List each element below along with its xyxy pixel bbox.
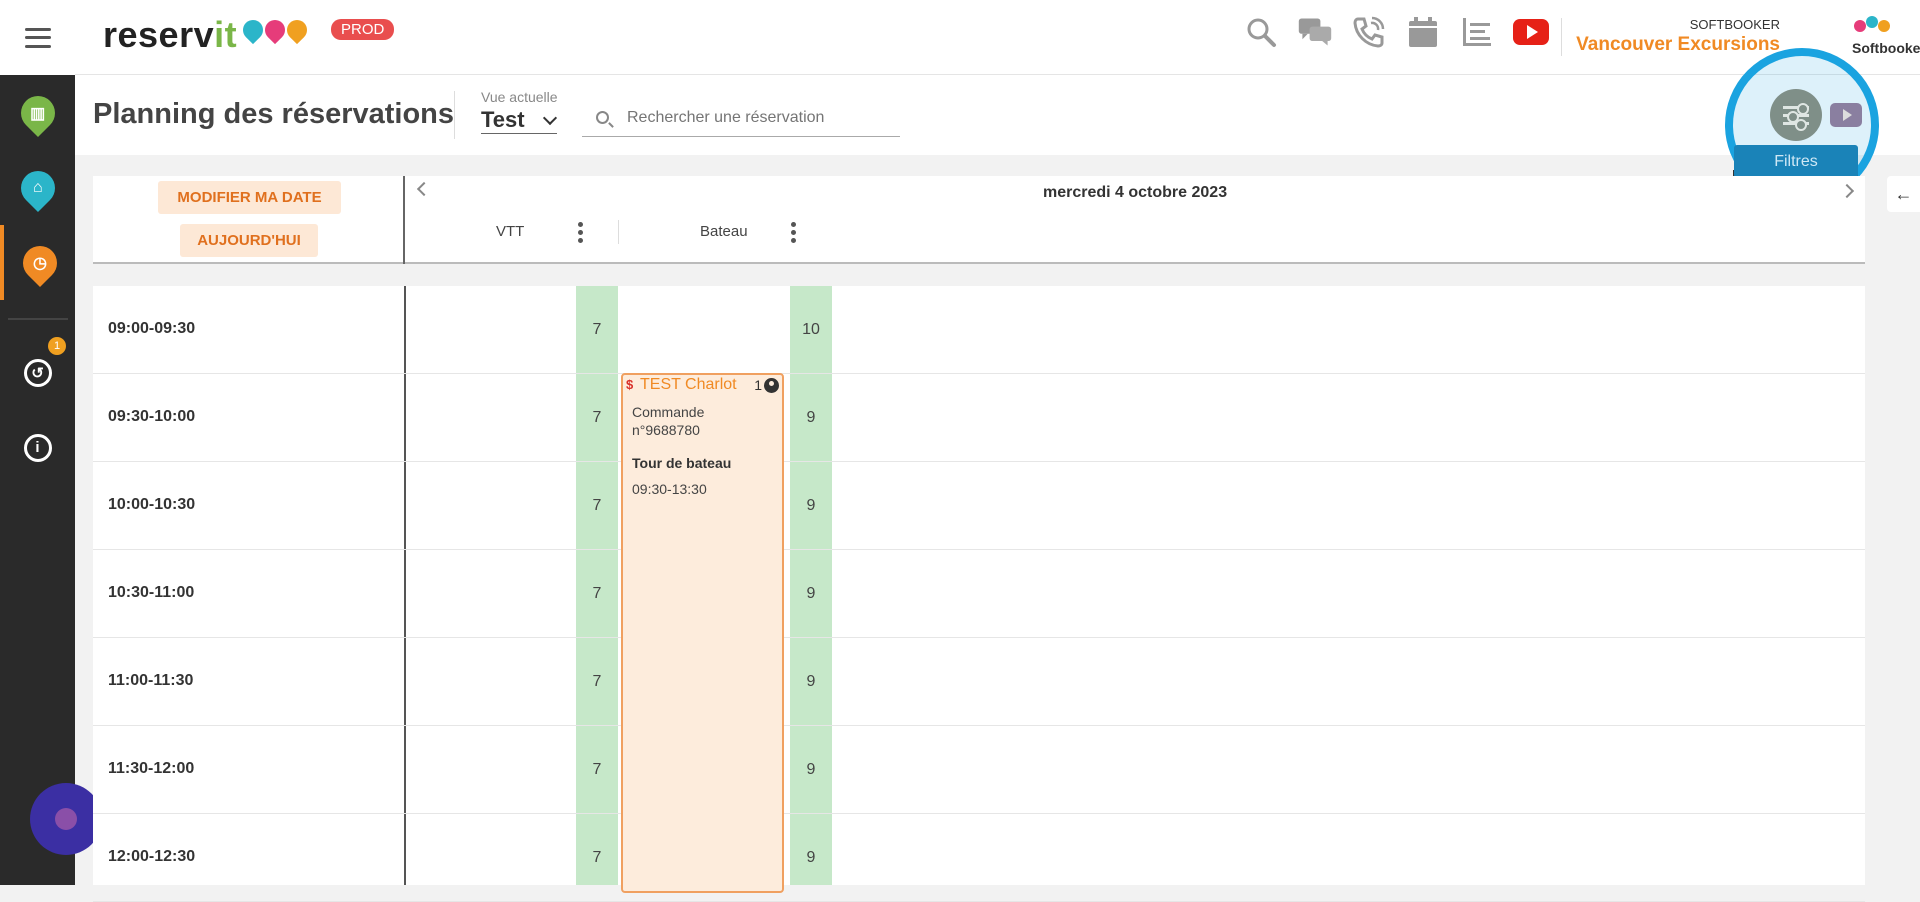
history-icon: ↺: [23, 358, 52, 387]
calendar-grid: 09:00-09:30 7 10 09:30-10:00 7 9 10:00-1…: [93, 286, 1865, 902]
info-icon: i: [23, 433, 52, 462]
logo-pins-icon: [238, 15, 312, 45]
account-logo-text: Softbooker: [1852, 40, 1920, 56]
vtt-availability-count: 7: [592, 321, 602, 338]
time-slot-row[interactable]: 09:00-09:30 7 10: [93, 286, 1865, 374]
account-small-label: SOFTBOOKER: [1689, 17, 1780, 32]
resource-bateau-menu-button[interactable]: [791, 222, 796, 243]
time-slot-row[interactable]: 10:30-11:00 7 9: [93, 550, 1865, 638]
planning-toolbar: Planning des réservations Vue actuelle T…: [75, 75, 1920, 155]
sidebar-divider: [8, 318, 68, 320]
time-slot-row[interactable]: 10:00-10:30 7 9: [93, 462, 1865, 550]
phone-icon[interactable]: [1351, 14, 1387, 50]
header-toolbar: [1243, 14, 1549, 50]
bateau-availability-count: 9: [806, 761, 816, 778]
bateau-availability-count: 9: [806, 409, 816, 426]
bateau-availability-count: 9: [806, 673, 816, 690]
time-slot-label: 12:00-12:30: [108, 848, 196, 865]
header-separator: [1561, 18, 1562, 56]
history-badge: 1: [48, 337, 66, 355]
payment-icon: $: [626, 377, 634, 392]
sidebar-item-rooms[interactable]: ⌂: [0, 150, 75, 225]
participant-count: 1: [754, 377, 762, 393]
previous-day-icon[interactable]: [416, 181, 432, 197]
vtt-availability-count: 7: [592, 497, 602, 514]
account-logo: Softbooker: [1850, 16, 1920, 56]
filters-button[interactable]: [1770, 89, 1822, 141]
time-slot-row[interactable]: 09:30-10:00 7 9: [93, 374, 1865, 462]
sidebar-item-activities[interactable]: ◷: [0, 225, 75, 300]
resource-label-vtt: VTT: [496, 223, 525, 240]
chevron-down-icon: [542, 110, 558, 126]
bateau-availability-count: 9: [806, 849, 816, 866]
filters-tooltip: Filtres: [1734, 145, 1858, 178]
chat-widget-button[interactable]: [30, 783, 102, 855]
person-icon: [764, 378, 779, 393]
time-slot-label: 10:30-11:00: [108, 584, 195, 601]
vtt-availability-count: 7: [592, 673, 602, 690]
time-slot-label: 11:30-12:00: [108, 760, 195, 777]
booking-name: TEST Charlot: [640, 376, 737, 393]
logo-text: reserv: [103, 14, 215, 55]
time-slot-label: 11:00-11:30: [108, 672, 194, 689]
bed-pin-icon: ⌂: [13, 163, 62, 212]
search-icon: [596, 111, 609, 124]
bateau-availability-count: 9: [806, 497, 816, 514]
time-slot-row[interactable]: 12:00-12:30 7 9: [93, 814, 1865, 902]
resource-label-bateau: Bateau: [700, 223, 748, 240]
building-pin-icon: ▥: [13, 88, 62, 137]
reservit-logo[interactable]: reservit: [103, 14, 237, 56]
chat-widget-icon: [55, 808, 77, 830]
booking-activity: Tour de bateau: [632, 455, 732, 471]
clock-pin-icon: ◷: [15, 238, 64, 287]
search-bar: [582, 107, 900, 137]
account-info[interactable]: SOFTBOOKER Vancouver Excursions: [1576, 17, 1780, 56]
view-select-value: Test: [481, 107, 525, 132]
list-icon[interactable]: [1459, 14, 1495, 50]
logo-accent: it: [214, 14, 238, 55]
date-controls: MODIFIER MA DATE AUJOURD'HUI: [93, 176, 405, 264]
title-separator: [454, 91, 455, 139]
video-help-button[interactable]: [1830, 103, 1862, 127]
left-sidebar: ▥ ⌂ ◷ ↺ 1 i: [0, 0, 102, 885]
collapse-panel-button[interactable]: ←: [1887, 176, 1920, 212]
current-date: mercredi 4 octobre 2023: [1043, 184, 1228, 201]
time-slot-row[interactable]: 11:00-11:30 7 9: [93, 638, 1865, 726]
vtt-availability-count: 7: [592, 409, 602, 426]
time-slot-label: 09:00-09:30: [108, 320, 196, 337]
booking-order-number: Commande n°9688780: [632, 404, 705, 438]
top-header: reservit PROD SOFTBOOKER Vancouver Excur…: [75, 0, 1920, 75]
hamburger-icon: [24, 27, 51, 48]
calendar-icon[interactable]: [1405, 14, 1441, 50]
time-slot-label: 10:00-10:30: [108, 496, 196, 513]
env-badge: PROD: [331, 19, 395, 40]
time-slot-label: 09:30-10:00: [108, 408, 196, 425]
view-label: Vue actuelle: [481, 89, 558, 105]
next-day-icon[interactable]: [1839, 183, 1855, 199]
menu-button[interactable]: [0, 0, 75, 75]
youtube-icon[interactable]: [1513, 19, 1549, 45]
search-icon[interactable]: [1243, 14, 1279, 50]
booking-card[interactable]: $ TEST Charlot 1 Commande n°9688780 Tour…: [621, 373, 784, 893]
resource-vtt-menu-button[interactable]: [578, 222, 583, 243]
vtt-availability-count: 7: [592, 849, 602, 866]
sidebar-item-accommodation[interactable]: ▥: [0, 75, 75, 150]
search-input[interactable]: [627, 109, 887, 127]
sidebar-item-info[interactable]: i: [0, 410, 75, 485]
view-select[interactable]: Test: [481, 107, 558, 134]
bateau-availability-count: 9: [806, 585, 816, 602]
chat-icon[interactable]: [1297, 14, 1333, 50]
time-slot-row[interactable]: 11:30-12:00 7 9: [93, 726, 1865, 814]
vtt-availability-count: 7: [592, 761, 602, 778]
account-name: Vancouver Excursions: [1576, 34, 1780, 55]
resource-separator: [618, 220, 619, 244]
vtt-availability-count: 7: [592, 585, 602, 602]
today-button[interactable]: AUJOURD'HUI: [180, 224, 318, 257]
calendar-header: MODIFIER MA DATE AUJOURD'HUI mercredi 4 …: [93, 176, 1865, 264]
modify-date-button[interactable]: MODIFIER MA DATE: [158, 181, 341, 214]
booking-hours: 09:30-13:30: [632, 481, 707, 497]
bateau-availability-count: 10: [802, 321, 820, 338]
page-title: Planning des réservations: [93, 98, 455, 130]
